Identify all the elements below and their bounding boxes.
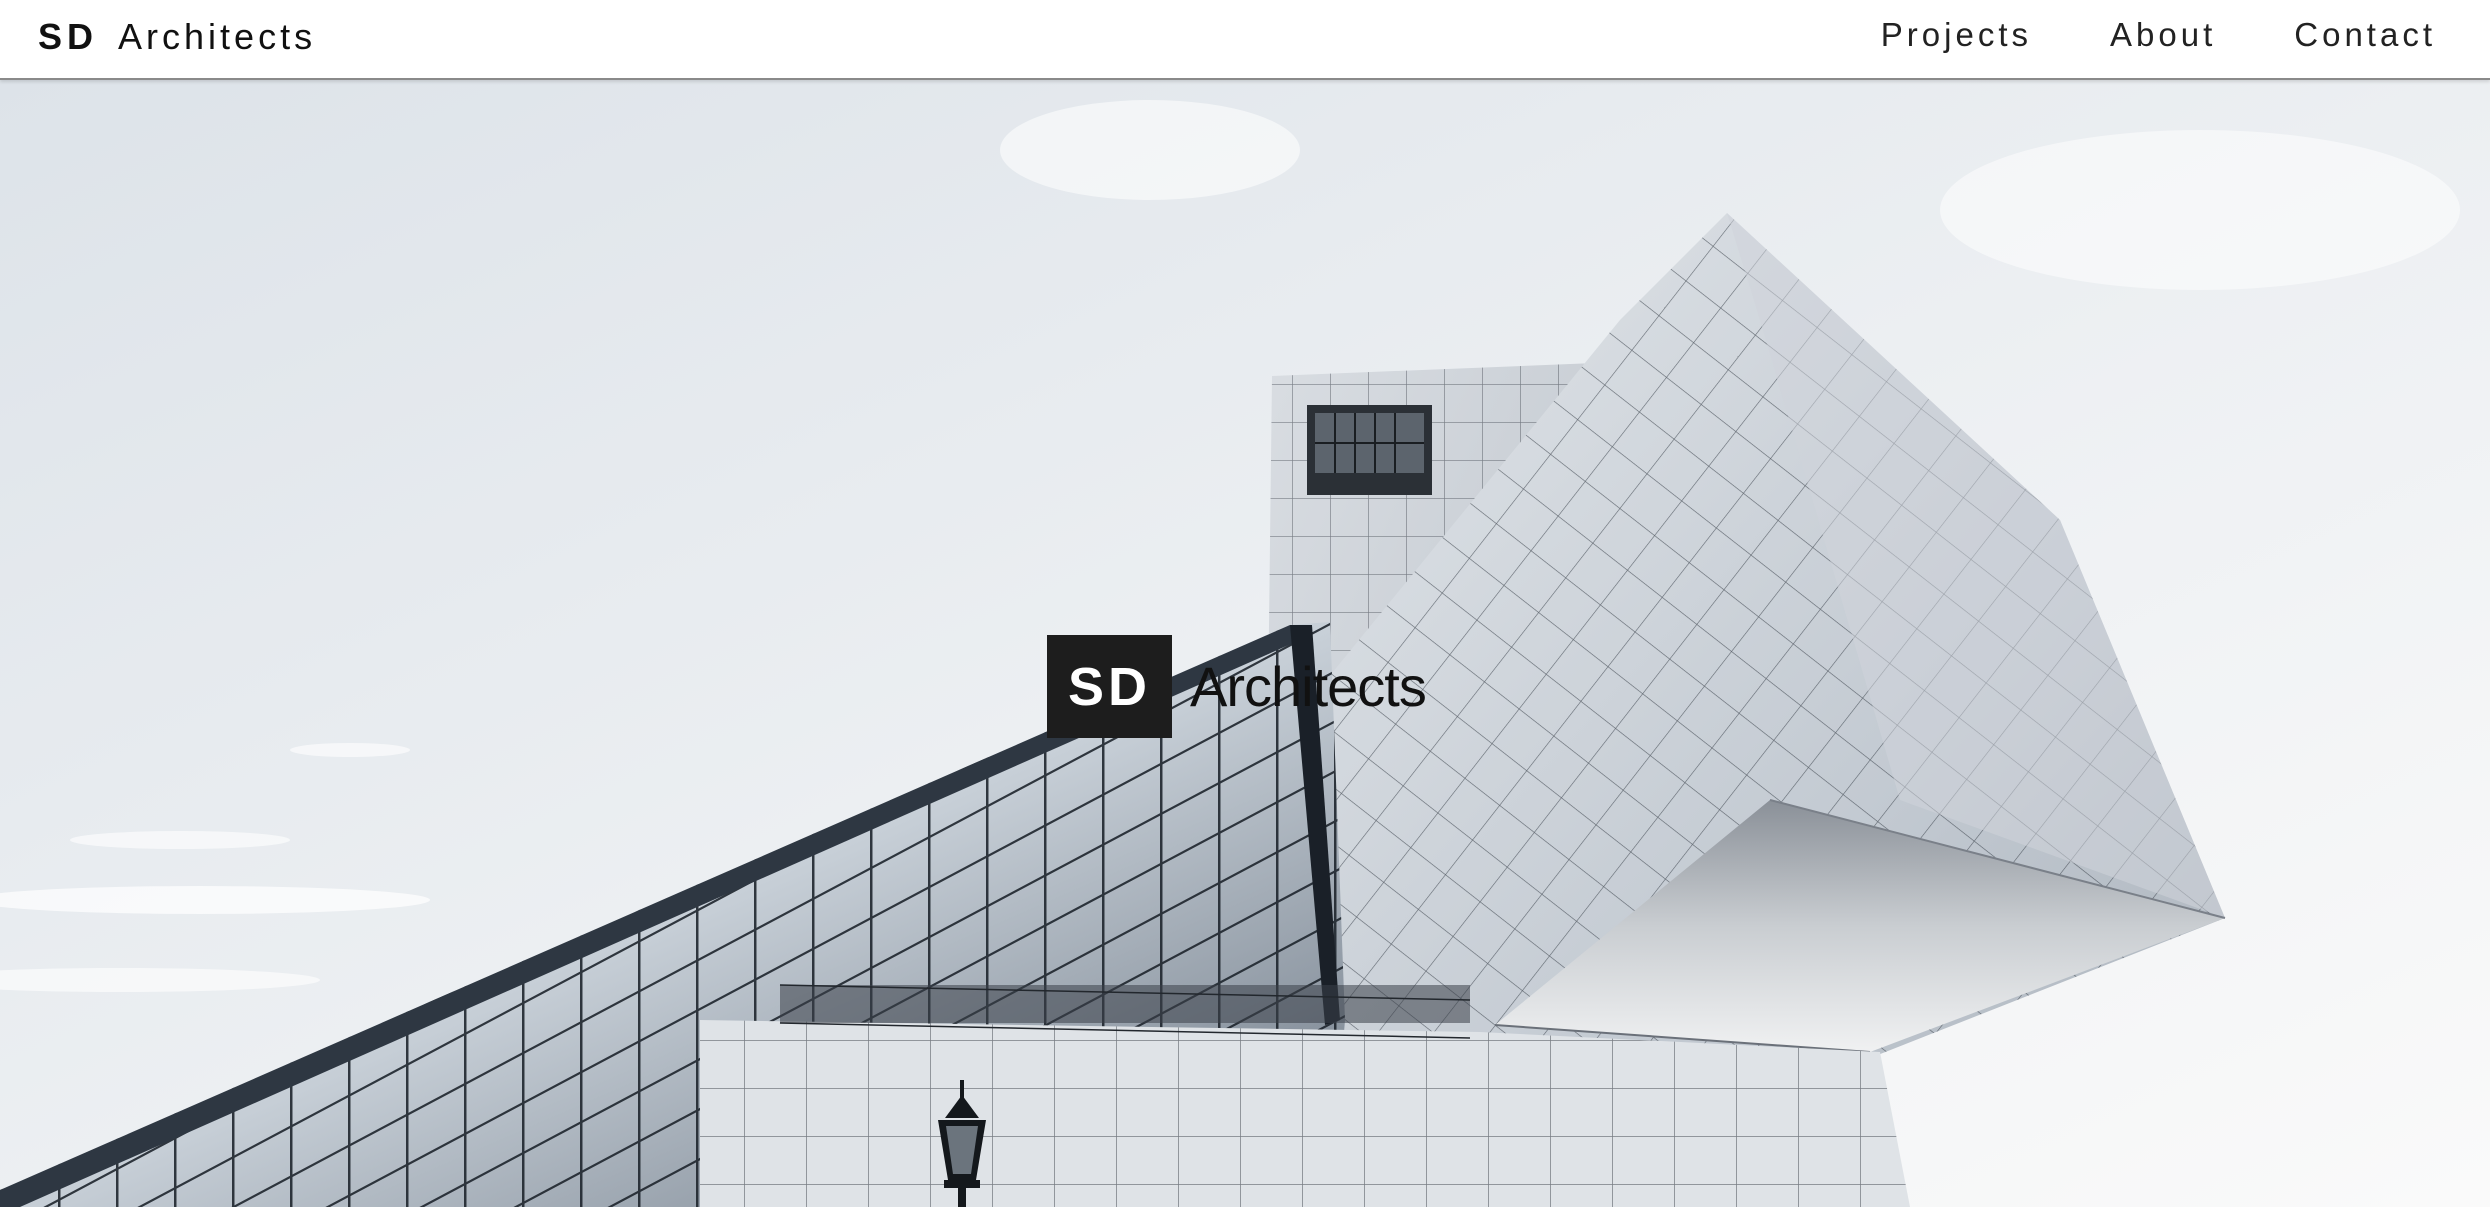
nav-projects-link[interactable]: Projects [1881, 16, 2032, 54]
nav-contact-link[interactable]: Contact [2294, 16, 2436, 54]
brand-name: Architects [118, 16, 317, 57]
top-navigation-bar: SD Architects Projects About Contact [0, 0, 2490, 80]
hero-section: SD Architects [0, 80, 2490, 1207]
brand-initials: SD [38, 16, 99, 57]
nav-about-link[interactable]: About [2110, 16, 2216, 54]
hero-logo-initials: SD [1047, 635, 1172, 738]
brand-link[interactable]: SD Architects [38, 16, 316, 58]
hero-logo-name: Architects [1190, 655, 1427, 718]
main-nav: Projects About Contact [1881, 16, 2436, 54]
hero-logo: SD Architects [1047, 635, 1427, 738]
